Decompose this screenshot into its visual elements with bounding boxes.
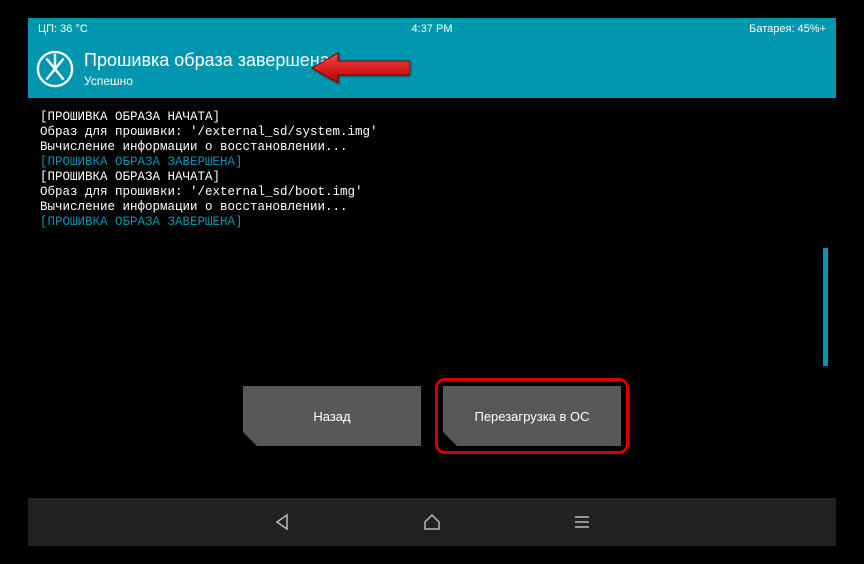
log-line: [ПРОШИВКА ОБРАЗА ЗАВЕРШЕНА] — [40, 155, 824, 170]
navigation-bar — [28, 498, 836, 546]
log-console[interactable]: [ПРОШИВКА ОБРАЗА НАЧАТА]Образ для прошив… — [36, 108, 828, 368]
log-line: [ПРОШИВКА ОБРАЗА ЗАВЕРШЕНА] — [40, 215, 824, 230]
page-title: Прошивка образа завершена — [84, 50, 330, 71]
back-button-label: Назад — [313, 409, 350, 424]
annotation-arrow-icon — [310, 50, 410, 86]
battery-status: Батарея: 45%+ — [749, 23, 826, 35]
nav-back-icon[interactable] — [272, 512, 292, 532]
log-line: [ПРОШИВКА ОБРАЗА НАЧАТА] — [40, 110, 824, 125]
log-line: Вычисление информации о восстановлении..… — [40, 200, 824, 215]
back-button[interactable]: Назад — [243, 386, 421, 446]
scrollbar[interactable] — [823, 248, 828, 366]
clock-time: 4:37 PM — [412, 23, 453, 35]
reboot-button-label: Перезагрузка в ОС — [474, 409, 589, 424]
log-line: [ПРОШИВКА ОБРАЗА НАЧАТА] — [40, 170, 824, 185]
cpu-temp: ЦП: 36 °C — [38, 23, 88, 35]
reboot-os-button[interactable]: Перезагрузка в ОС — [443, 386, 621, 446]
twrp-logo-icon — [36, 48, 74, 90]
log-line: Вычисление информации о восстановлении..… — [40, 140, 824, 155]
log-line: Образ для прошивки: '/external_sd/boot.i… — [40, 185, 824, 200]
nav-menu-icon[interactable] — [572, 512, 592, 532]
header: Прошивка образа завершена Успешно — [28, 40, 836, 98]
nav-home-icon[interactable] — [422, 512, 442, 532]
status-bar: ЦП: 36 °C 4:37 PM Батарея: 45%+ — [28, 18, 836, 40]
page-subtitle: Успешно — [84, 74, 330, 88]
log-line: Образ для прошивки: '/external_sd/system… — [40, 125, 824, 140]
